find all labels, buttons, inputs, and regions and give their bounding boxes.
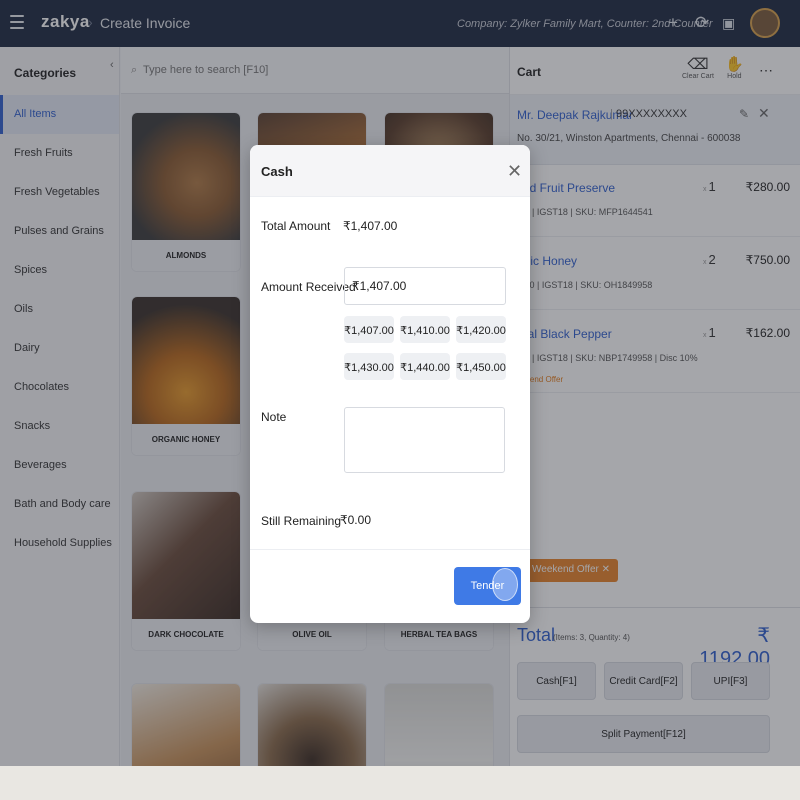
total-amount-label: Total Amount xyxy=(261,219,331,233)
close-icon[interactable]: ✕ xyxy=(507,161,522,182)
amount-received-label: Amount Received xyxy=(261,280,356,294)
quick-amount-chip[interactable]: ₹1,450.00 xyxy=(456,353,506,380)
note-label: Note xyxy=(261,410,287,424)
cash-payment-dialog: Cash ✕ Total Amount ₹1,407.00 Amount Rec… xyxy=(250,145,530,623)
note-textarea[interactable] xyxy=(344,407,505,473)
total-amount-value: ₹1,407.00 xyxy=(343,219,398,233)
footer-divider xyxy=(250,549,530,550)
quick-amount-chip[interactable]: ₹1,410.00 xyxy=(400,316,450,343)
dialog-title: Cash xyxy=(261,164,293,179)
still-remaining-label: Still Remaining xyxy=(261,514,342,528)
quick-amount-chip[interactable]: ₹1,440.00 xyxy=(400,353,450,380)
still-remaining-value: ₹0.00 xyxy=(340,513,371,527)
amount-received-input[interactable]: ₹1,407.00 xyxy=(344,267,506,305)
dialog-header: Cash ✕ xyxy=(250,145,530,197)
quick-amount-chip[interactable]: ₹1,430.00 xyxy=(344,353,394,380)
quick-amount-chip[interactable]: ₹1,420.00 xyxy=(456,316,506,343)
cursor-indicator xyxy=(492,568,518,601)
pos-app: zakya › Create Invoice Company: Zylker F… xyxy=(0,0,800,766)
quick-amount-chip[interactable]: ₹1,407.00 xyxy=(344,316,394,343)
